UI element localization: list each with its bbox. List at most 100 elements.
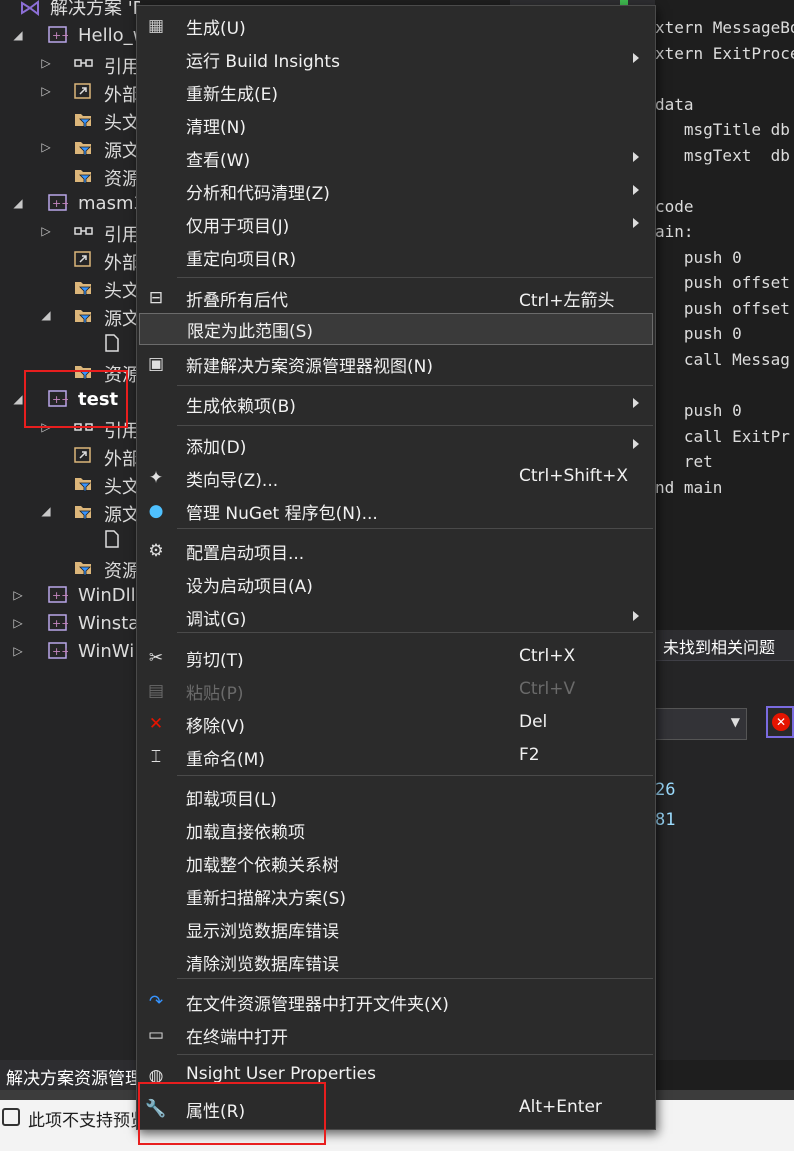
collapsed-arrow-icon[interactable]: ▷ — [40, 140, 52, 154]
tree-item[interactable]: ▷ ++ Winsta — [0, 610, 140, 638]
submenu-arrow-icon — [633, 398, 639, 408]
tree-item[interactable]: 外部 — [0, 442, 140, 470]
expanded-arrow-icon[interactable]: ◢ — [40, 308, 52, 322]
tree-item[interactable]: ▷ ++ WinWi — [0, 638, 140, 666]
expanded-arrow-icon[interactable]: ◢ — [12, 196, 24, 210]
menu-item-load-direct-deps[interactable]: 加载直接依赖项 — [137, 814, 655, 846]
menu-item-retarget[interactable]: 重定向项目(R) — [137, 241, 655, 273]
filter-folder-icon — [74, 306, 94, 324]
menu-item-label: 生成依赖项(B) — [186, 397, 296, 417]
menu-item-remove[interactable]: ✕ 移除(V) Del — [137, 708, 655, 740]
tree-item[interactable]: 头文 — [0, 106, 140, 134]
menu-item-rescan[interactable]: 重新扫描解决方案(S) — [137, 880, 655, 912]
menu-item-analyze[interactable]: 分析和代码清理(Z) — [137, 175, 655, 207]
menu-separator — [177, 385, 653, 386]
menu-item-label: 配置启动项目... — [186, 544, 305, 564]
menu-item-nuget[interactable]: ● 管理 NuGet 程序包(N)... — [137, 495, 655, 527]
menu-item-project-only[interactable]: 仅用于项目(J) — [137, 208, 655, 240]
menu-item-set-startup[interactable]: 设为启动项目(A) — [137, 568, 655, 600]
menu-item-label: 重定向项目(R) — [186, 250, 297, 270]
menu-item-unload[interactable]: 卸载项目(L) — [137, 781, 655, 813]
project-context-menu: ▦ 生成(U) 运行 Build Insights 重新生成(E) 清理(N) 查看(W)… — [136, 5, 656, 1130]
expanded-arrow-icon[interactable]: ◢ — [12, 28, 24, 42]
references-icon — [74, 222, 94, 240]
svg-text:++: ++ — [52, 197, 68, 210]
menu-item-collapse-all[interactable]: ⊟ 折叠所有后代 Ctrl+左箭头 — [137, 282, 655, 314]
menu-item-cut[interactable]: ✂ 剪切(T) Ctrl+X — [137, 642, 655, 674]
collapsed-arrow-icon[interactable]: ▷ — [40, 224, 52, 238]
tree-item[interactable]: ▷ 引用 — [0, 218, 140, 246]
menu-item-label: 清理(N) — [186, 118, 246, 138]
tree-item[interactable]: ▷ 源文 — [0, 134, 140, 162]
tree-item[interactable]: 外部 — [0, 246, 140, 274]
menu-item-build-dependencies[interactable]: 生成依赖项(B) — [137, 388, 655, 420]
tree-item[interactable]: ◢ 源文 — [0, 498, 140, 526]
paste-icon: ▤ — [147, 681, 165, 701]
menu-item-configure-startup[interactable]: ⚙ 配置启动项目... — [137, 535, 655, 567]
expanded-arrow-icon[interactable]: ◢ — [12, 392, 24, 406]
solution-explorer-tab[interactable]: 解决方案资源管理器 — [0, 1060, 159, 1090]
tree-item-label: 引用 — [104, 225, 140, 246]
scissors-icon: ✂ — [148, 648, 164, 668]
error-scope-dropdown[interactable]: ▼ — [655, 708, 747, 740]
tree-item[interactable]: ◢ 源文 — [0, 302, 140, 330]
cpp-project-icon: ++ — [48, 614, 70, 632]
menu-separator — [177, 528, 653, 529]
tree-item[interactable]: 资源 — [0, 162, 140, 190]
menu-item-label: 加载整个依赖关系树 — [186, 856, 339, 876]
tree-item-label: Winsta — [78, 613, 140, 634]
tree-item[interactable] — [0, 330, 140, 358]
menu-item-class-wizard[interactable]: ✦ 类向导(Z)... Ctrl+Shift+X — [137, 462, 655, 494]
filter-folder-icon — [74, 558, 94, 576]
menu-item-shortcut: Ctrl+V — [519, 679, 576, 699]
menu-separator — [177, 775, 653, 776]
new-view-icon: ▣ — [147, 354, 165, 374]
menu-item-show-browse-errors[interactable]: 显示浏览数据库错误 — [137, 913, 655, 945]
tree-item-label: 引用 — [104, 57, 140, 78]
menu-item-add[interactable]: 添加(D) — [137, 429, 655, 461]
svg-text:++: ++ — [52, 645, 68, 658]
tree-item[interactable]: ▷ 引用 — [0, 50, 140, 78]
code-line: msgText db — [655, 146, 790, 165]
collapsed-arrow-icon[interactable]: ▷ — [12, 644, 24, 658]
menu-item-label: 调试(G) — [186, 610, 247, 630]
menu-item-rebuild[interactable]: 重新生成(E) — [137, 76, 655, 108]
menu-separator — [177, 425, 653, 426]
menu-item-build-insights[interactable]: 运行 Build Insights — [137, 43, 655, 75]
code-line: push 0 — [655, 324, 742, 343]
menu-item-label: 卸载项目(L) — [186, 790, 277, 810]
tree-item[interactable]: 头文 — [0, 470, 140, 498]
menu-item-label: 在终端中打开 — [186, 1028, 288, 1048]
menu-item-view[interactable]: 查看(W) — [137, 142, 655, 174]
collapsed-arrow-icon[interactable]: ▷ — [40, 56, 52, 70]
tree-item-label: 源文 — [104, 505, 140, 526]
menu-item-rename[interactable]: ⌶ 重命名(M) F2 — [137, 741, 655, 773]
menu-item-clear-browse-errors[interactable]: 清除浏览数据库错误 — [137, 946, 655, 978]
error-filter-button[interactable]: ✕ — [766, 706, 794, 738]
tree-item[interactable]: 头文 — [0, 274, 140, 302]
menu-item-open-folder[interactable]: ↷ 在文件资源管理器中打开文件夹(X) — [137, 986, 655, 1018]
collapsed-arrow-icon[interactable]: ▷ — [12, 616, 24, 630]
solution-root-row[interactable]: 解决方案 'Project1' (6 个项目，共 6 个) — [0, 0, 140, 22]
tree-item[interactable]: 资源 — [0, 554, 140, 582]
tree-item[interactable]: ◢ ++ Hello_w — [0, 22, 140, 50]
collapsed-arrow-icon[interactable]: ▷ — [12, 588, 24, 602]
menu-item-scope-to-this[interactable]: 限定为此范围(S) — [139, 313, 653, 345]
tree-item[interactable]: ◢ ++ masm3 — [0, 190, 140, 218]
collapsed-arrow-icon[interactable]: ▷ — [40, 84, 52, 98]
menu-item-new-explorer-view[interactable]: ▣ 新建解决方案资源管理器视图(N) — [137, 348, 655, 380]
menu-item-build[interactable]: ▦ 生成(U) — [137, 10, 655, 42]
menu-item-open-terminal[interactable]: ▭ 在终端中打开 — [137, 1019, 655, 1051]
tree-item[interactable]: ▷ 外部 — [0, 78, 140, 106]
tree-item[interactable] — [0, 526, 140, 554]
menu-item-load-dep-tree[interactable]: 加载整个依赖关系树 — [137, 847, 655, 879]
tree-item[interactable]: ▷ ++ WinDll — [0, 582, 140, 610]
error-list-tab[interactable]: 未找到相关问题 — [655, 630, 794, 661]
menu-item-label: 仅用于项目(J) — [186, 217, 290, 237]
menu-item-clean[interactable]: 清理(N) — [137, 109, 655, 141]
code-editor[interactable]: xtern MessageBox xtern ExitProce data msgT… — [655, 0, 794, 630]
expanded-arrow-icon[interactable]: ◢ — [40, 504, 52, 518]
submenu-arrow-icon — [633, 152, 639, 162]
menu-item-debug[interactable]: 调试(G) — [137, 601, 655, 633]
code-line: xtern MessageBox — [655, 18, 794, 37]
